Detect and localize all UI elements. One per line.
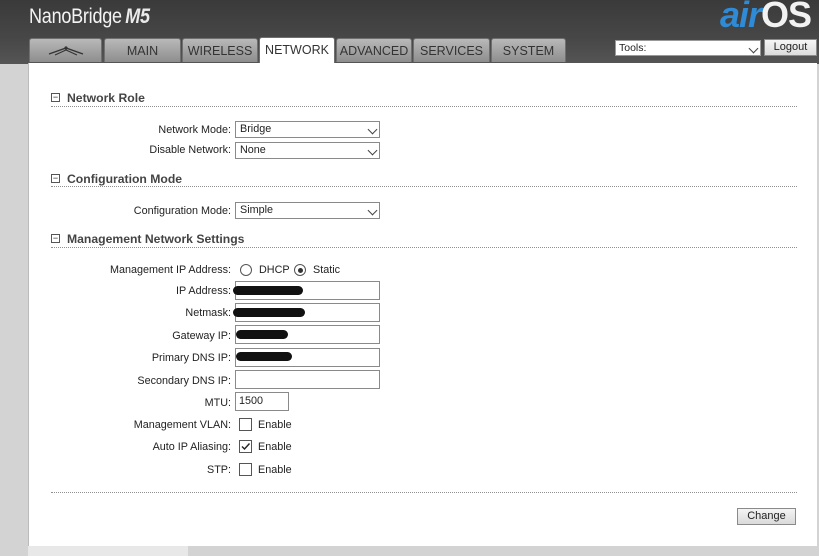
airos-logo: airOS — [720, 0, 812, 36]
redacted-mark — [236, 352, 292, 361]
radio-selected-dot — [297, 267, 303, 273]
management-vlan-label: Management VLAN: — [133, 419, 231, 431]
header-bar: NanoBridge M5 airOS MAIN WIRELESS NETWORK… — [0, 0, 819, 64]
dhcp-label: DHCP — [259, 264, 290, 276]
tab-main[interactable]: MAIN — [104, 38, 181, 62]
content-panel — [28, 63, 817, 546]
section-network-role: Network Role — [67, 91, 145, 105]
static-radio[interactable] — [294, 264, 306, 276]
section-management-network: Management Network Settings — [67, 232, 245, 246]
management-vlan-enable-label: Enable — [258, 419, 292, 431]
configuration-mode-select[interactable]: Simple — [235, 202, 380, 219]
brand-model: M5 — [125, 5, 150, 28]
tab-network[interactable]: NETWORK — [259, 37, 335, 63]
chevron-down-icon — [367, 145, 378, 156]
brand-name: NanoBridge — [29, 5, 122, 28]
auto-ip-aliasing-label: Auto IP Aliasing: — [152, 441, 231, 453]
primary-dns-label: Primary DNS IP: — [151, 352, 231, 364]
tab-advanced[interactable]: ADVANCED — [336, 38, 412, 62]
tools-dropdown[interactable]: Tools: — [615, 40, 761, 56]
management-vlan-checkbox[interactable] — [239, 418, 252, 431]
dhcp-radio[interactable] — [240, 264, 252, 276]
network-mode-label: Network Mode: — [158, 124, 231, 136]
auto-ip-aliasing-enable-label: Enable — [258, 441, 292, 453]
footer-badge — [28, 546, 188, 556]
stp-checkbox[interactable] — [239, 463, 252, 476]
logo-air: air — [720, 0, 762, 35]
section-divider — [51, 247, 797, 248]
disable-network-value: None — [240, 144, 266, 156]
product-brand: NanoBridge M5 — [29, 5, 150, 29]
auto-ip-aliasing-checkbox[interactable] — [239, 440, 252, 453]
tools-label: Tools: — [619, 42, 647, 54]
tab-wireless[interactable]: WIRELESS — [182, 38, 258, 62]
collapse-icon[interactable]: − — [51, 174, 60, 183]
collapse-icon[interactable]: − — [51, 234, 60, 243]
chevron-down-icon — [748, 43, 759, 54]
section-configuration-mode: Configuration Mode — [67, 172, 183, 186]
static-label: Static — [313, 264, 341, 276]
network-mode-select[interactable]: Bridge — [235, 121, 380, 138]
check-icon — [241, 443, 251, 451]
netmask-label: Netmask: — [185, 307, 231, 319]
section-divider — [51, 186, 797, 187]
collapse-icon[interactable]: − — [51, 93, 60, 102]
section-divider — [51, 106, 797, 107]
disable-network-label: Disable Network: — [149, 144, 231, 156]
tab-ubnt[interactable] — [29, 38, 102, 62]
stp-label: STP: — [207, 464, 231, 476]
form-footer-divider — [51, 492, 797, 493]
secondary-dns-input[interactable] — [235, 370, 380, 389]
logo-os: OS — [761, 0, 812, 35]
configuration-mode-label: Configuration Mode: — [133, 205, 231, 217]
mtu-label: MTU: — [204, 397, 231, 409]
change-button[interactable]: Change — [737, 508, 796, 525]
redacted-mark — [233, 286, 303, 295]
chevron-down-icon — [367, 124, 378, 135]
mtu-input[interactable]: 1500 — [235, 392, 289, 411]
gateway-ip-label: Gateway IP: — [172, 330, 231, 342]
tab-system[interactable]: SYSTEM — [491, 38, 566, 62]
ip-address-label: IP Address: — [175, 285, 231, 297]
ubiquiti-antenna-icon — [48, 46, 83, 56]
stp-enable-label: Enable — [258, 464, 292, 476]
tab-services[interactable]: SERVICES — [413, 38, 490, 62]
management-ip-label: Management IP Address: — [109, 264, 231, 276]
redacted-mark — [236, 330, 288, 339]
redacted-mark — [233, 308, 305, 317]
disable-network-select[interactable]: None — [235, 142, 380, 159]
network-mode-value: Bridge — [240, 123, 272, 135]
chevron-down-icon — [367, 205, 378, 216]
secondary-dns-label: Secondary DNS IP: — [137, 375, 231, 387]
configuration-mode-value: Simple — [240, 204, 274, 216]
logout-button[interactable]: Logout — [764, 39, 817, 56]
